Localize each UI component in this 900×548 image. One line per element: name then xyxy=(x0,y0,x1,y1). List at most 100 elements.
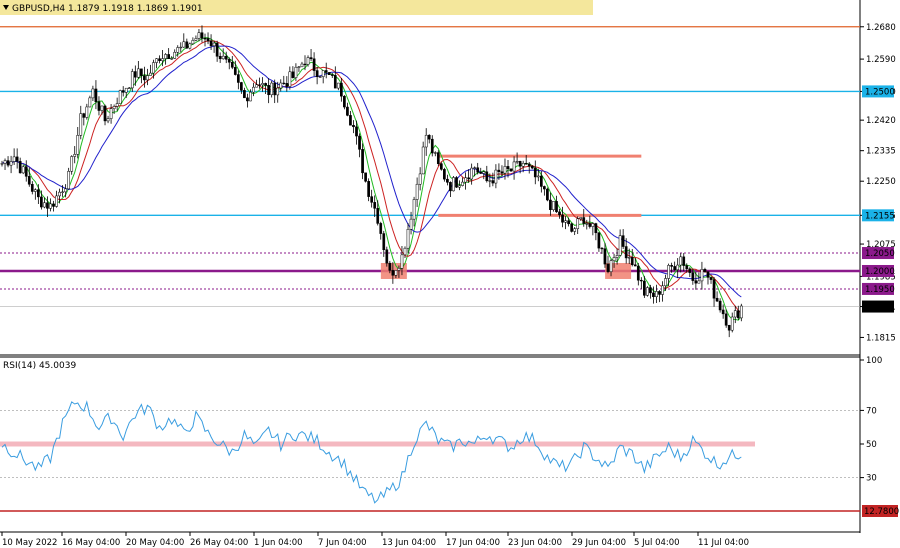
candle-body xyxy=(85,106,89,118)
candle-body xyxy=(182,41,186,48)
candle-body xyxy=(106,118,110,122)
symbol-header: GBPUSD,H4 1.1879 1.1918 1.1869 1.1901 xyxy=(12,4,203,14)
candle-body xyxy=(391,270,395,276)
candle-body xyxy=(40,196,43,208)
candle-body xyxy=(76,135,80,155)
candle xyxy=(639,277,643,289)
candle-body xyxy=(476,167,480,173)
candle-body xyxy=(406,229,410,249)
candle xyxy=(79,105,83,140)
candle-body xyxy=(230,61,234,68)
candle xyxy=(279,79,283,92)
candle xyxy=(373,195,377,218)
candle xyxy=(261,77,264,92)
candle xyxy=(370,189,374,208)
candle xyxy=(576,216,580,235)
candle xyxy=(288,66,292,90)
price-badge-label: 1.1950 xyxy=(865,285,895,295)
candle-body xyxy=(512,161,516,172)
candle-body xyxy=(452,177,455,192)
candle-body xyxy=(418,173,422,185)
candle-body xyxy=(412,199,416,220)
candle-body xyxy=(88,97,92,108)
candle-body xyxy=(527,163,531,167)
candle-body xyxy=(603,248,607,265)
candle-body xyxy=(279,82,283,89)
candle-body xyxy=(736,310,740,319)
candle-body xyxy=(355,126,358,137)
candle-body xyxy=(270,82,274,96)
candle xyxy=(246,93,249,108)
candle-body xyxy=(373,202,377,209)
candle-body xyxy=(349,115,352,126)
candle xyxy=(12,148,16,165)
candle-body xyxy=(673,266,677,271)
candle-body xyxy=(130,71,134,89)
candle-body xyxy=(52,203,55,207)
candle-body xyxy=(367,181,370,197)
candle-body xyxy=(536,175,540,178)
candle-body xyxy=(146,75,149,81)
candle-body xyxy=(546,188,549,201)
candle xyxy=(315,67,319,85)
rsi-tick-label: 100 xyxy=(866,356,882,366)
candle-body xyxy=(3,160,7,164)
candle-body xyxy=(191,40,195,45)
candle-body xyxy=(194,38,198,41)
candle xyxy=(594,222,598,241)
candle-body xyxy=(718,300,722,311)
candle xyxy=(3,158,7,170)
candle xyxy=(215,40,219,62)
time-tick-label: 5 Jul 04:00 xyxy=(634,538,680,548)
candle xyxy=(76,127,80,159)
candle-body xyxy=(315,70,319,77)
candle xyxy=(15,148,19,169)
candle-body xyxy=(376,208,380,224)
candle-body xyxy=(261,83,264,86)
candle xyxy=(727,324,731,338)
candle-body xyxy=(467,177,470,180)
candle-body xyxy=(636,265,640,281)
rsi-line xyxy=(1,400,742,504)
candle-body xyxy=(518,161,522,167)
time-tick-label: 16 May 04:00 xyxy=(62,538,120,548)
candle-body xyxy=(91,88,95,99)
candle-body xyxy=(282,82,286,85)
candle xyxy=(270,81,274,98)
candle xyxy=(285,76,289,92)
candle xyxy=(197,28,201,42)
candle-body xyxy=(321,70,325,77)
candle-body xyxy=(303,63,307,66)
candle-body xyxy=(555,201,558,213)
candle xyxy=(433,151,437,157)
candle xyxy=(55,190,58,208)
candle-body xyxy=(630,257,634,266)
candle-body xyxy=(9,161,13,166)
candle xyxy=(179,42,183,53)
candle xyxy=(739,303,743,322)
candle-body xyxy=(591,223,595,227)
candle-body xyxy=(358,135,361,150)
candle-body xyxy=(615,255,619,258)
candle-body xyxy=(324,70,328,73)
candle xyxy=(88,95,92,108)
candle-body xyxy=(109,108,113,119)
candle xyxy=(158,55,161,64)
candle-body xyxy=(515,161,519,163)
candle xyxy=(218,52,222,63)
candle xyxy=(227,57,231,70)
candle-body xyxy=(336,82,340,89)
price-badge-label: 1.2500 xyxy=(865,87,895,97)
candle xyxy=(333,66,337,89)
rsi-tick-label: 30 xyxy=(866,474,877,484)
candle xyxy=(240,81,243,94)
candle-body xyxy=(155,58,158,63)
candle xyxy=(736,305,740,320)
candle-body xyxy=(664,278,667,287)
candle xyxy=(82,112,86,126)
candle xyxy=(146,68,149,86)
candle xyxy=(679,253,683,273)
price-tick-label: 1.1815 xyxy=(866,333,896,343)
candle xyxy=(0,160,4,167)
candle xyxy=(91,85,95,101)
